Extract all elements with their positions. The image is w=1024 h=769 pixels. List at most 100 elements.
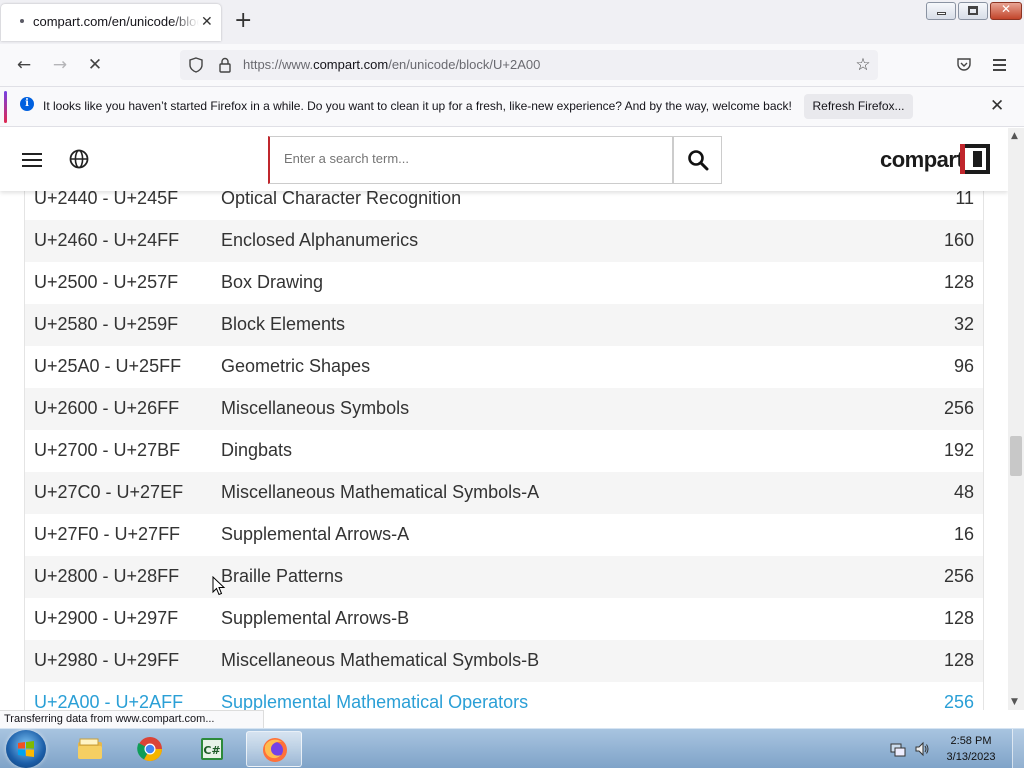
block-range: U+2460 - U+24FF <box>34 230 180 250</box>
compart-logo-mark-icon <box>960 144 990 174</box>
block-name[interactable]: Miscellaneous Mathematical Symbols-B <box>221 650 539 671</box>
block-name[interactable]: Miscellaneous Symbols <box>221 398 409 419</box>
block-name[interactable]: Box Drawing <box>221 272 323 293</box>
info-icon: i <box>20 97 34 111</box>
block-name[interactable]: Optical Character Recognition <box>221 188 461 209</box>
loading-dot-icon <box>20 19 24 23</box>
tracking-protection-icon[interactable] <box>188 57 204 73</box>
csharp-icon: C# <box>201 738 223 760</box>
browser-navbar: ← → ✕ https://www.compart.com/en/unicode… <box>0 44 1024 86</box>
close-icon: ✕ <box>1000 2 1012 16</box>
refresh-firefox-button[interactable]: Refresh Firefox... <box>804 94 913 119</box>
new-tab-icon[interactable]: + <box>234 10 252 32</box>
close-window-button[interactable]: ✕ <box>990 2 1022 20</box>
lock-icon[interactable] <box>218 57 232 73</box>
block-range: U+2580 - U+259F <box>34 314 179 334</box>
restore-icon <box>968 6 978 15</box>
stop-loading-icon[interactable]: ✕ <box>84 54 106 76</box>
block-range: U+25A0 - U+25FF <box>34 356 182 376</box>
compart-logo[interactable]: compart <box>880 144 992 178</box>
block-range: U+27C0 - U+27EF <box>34 482 184 502</box>
url-text[interactable]: https://www.compart.com/en/unicode/block… <box>243 57 540 72</box>
block-count: 32 <box>953 314 974 334</box>
app-menu-icon[interactable] <box>993 59 1006 71</box>
minimize-button[interactable] <box>926 2 956 20</box>
chrome-icon <box>137 737 162 762</box>
table-row[interactable]: U+2580 - U+259F Block Elements 32 <box>25 304 983 346</box>
table-row[interactable]: U+27C0 - U+27EF Miscellaneous Mathematica… <box>25 472 983 514</box>
block-count: 256 <box>943 566 974 586</box>
search-icon <box>688 150 709 171</box>
table-row[interactable]: U+2980 - U+29FF Miscellaneous Mathematica… <box>25 640 983 682</box>
block-range: U+27F0 - U+27FF <box>34 524 181 544</box>
windows-taskbar: C# 2:58 PM 3/13/2023 <box>0 728 1024 769</box>
back-icon[interactable]: ← <box>13 54 35 76</box>
show-desktop-button[interactable] <box>1012 729 1024 769</box>
globe-icon[interactable] <box>69 149 89 169</box>
block-range: U+2A00 - U+2AFF <box>34 692 184 710</box>
block-range: U+2700 - U+27BF <box>34 440 181 460</box>
block-name[interactable]: Supplemental Mathematical Operators <box>221 692 528 710</box>
volume-icon[interactable] <box>914 741 930 757</box>
table-row[interactable]: U+2600 - U+26FF Miscellaneous Symbols 256 <box>25 388 983 430</box>
scrollbar-thumb[interactable] <box>1010 436 1022 476</box>
block-range: U+2600 - U+26FF <box>34 398 180 418</box>
address-bar[interactable]: https://www.compart.com/en/unicode/block… <box>180 50 878 80</box>
block-count: 192 <box>943 440 974 460</box>
block-name[interactable]: Enclosed Alphanumerics <box>221 230 418 251</box>
table-row[interactable]: U+2700 - U+27BF Dingbats 192 <box>25 430 983 472</box>
table-row[interactable]: U+2900 - U+297F Supplemental Arrows-B 128 <box>25 598 983 640</box>
block-count: 256 <box>943 398 974 418</box>
block-count: 96 <box>953 356 974 376</box>
block-name[interactable]: Braille Patterns <box>221 566 343 587</box>
table-row[interactable]: U+27F0 - U+27FF Supplemental Arrows-A 16 <box>25 514 983 556</box>
notification-bar: i It looks like you haven’t started Fire… <box>0 86 1024 127</box>
block-name[interactable]: Supplemental Arrows-B <box>221 608 409 629</box>
start-button[interactable] <box>6 730 46 768</box>
scroll-up-icon[interactable]: ▲ <box>1011 131 1018 141</box>
block-name[interactable]: Geometric Shapes <box>221 356 370 377</box>
taskbar-file-explorer[interactable] <box>62 731 118 767</box>
notification-text: It looks like you haven’t started Firefo… <box>43 99 792 113</box>
pocket-icon[interactable] <box>956 56 972 72</box>
block-name[interactable]: Dingbats <box>221 440 292 461</box>
block-count: 160 <box>943 230 974 250</box>
search-field[interactable] <box>268 136 673 184</box>
close-notification-icon[interactable]: ✕ <box>990 96 1004 116</box>
search-input[interactable] <box>284 151 644 166</box>
forward-icon[interactable]: → <box>49 54 71 76</box>
table-row[interactable]: U+2800 - U+28FF Braille Patterns 256 <box>25 556 983 598</box>
restore-button[interactable] <box>958 2 988 20</box>
status-text: Transferring data from www.compart.com..… <box>0 710 264 728</box>
search-button[interactable] <box>673 136 722 184</box>
table-row[interactable]: U+2460 - U+24FF Enclosed Alphanumerics 160 <box>25 220 983 262</box>
window-controls: ✕ <box>926 2 1022 20</box>
block-range: U+2800 - U+28FF <box>34 566 180 586</box>
block-count: 128 <box>943 650 974 670</box>
block-count: 48 <box>953 482 974 502</box>
taskbar-firefox[interactable] <box>246 731 302 767</box>
taskbar-chrome[interactable] <box>122 731 178 767</box>
browser-tab[interactable]: compart.com/en/unicode/block/U+2A00 ✕ <box>1 4 221 41</box>
network-icon[interactable] <box>890 741 906 757</box>
taskbar-csharp[interactable]: C# <box>184 731 240 767</box>
mouse-cursor-icon <box>212 576 226 596</box>
block-count: 11 <box>955 188 974 208</box>
block-count: 256 <box>943 692 974 710</box>
block-name[interactable]: Supplemental Arrows-A <box>221 524 409 545</box>
close-tab-icon[interactable]: ✕ <box>201 14 213 30</box>
bookmark-star-icon[interactable]: ☆ <box>852 54 874 76</box>
scroll-down-icon[interactable]: ▼ <box>1011 697 1018 707</box>
table-row[interactable]: U+25A0 - U+25FF Geometric Shapes 96 <box>25 346 983 388</box>
block-name[interactable]: Block Elements <box>221 314 345 335</box>
table-row[interactable]: U+2500 - U+257F Box Drawing 128 <box>25 262 983 304</box>
firefox-icon <box>263 738 287 762</box>
page-viewport: compart U+2440 - U+245F Optical Character… <box>0 128 1008 710</box>
block-name[interactable]: Miscellaneous Mathematical Symbols-A <box>221 482 539 503</box>
page-scrollbar[interactable]: ▲ ▼ <box>1008 128 1024 710</box>
menu-icon[interactable] <box>22 153 42 167</box>
windows-logo-icon <box>18 741 34 757</box>
clock[interactable]: 2:58 PM 3/13/2023 <box>938 733 1004 765</box>
block-range: U+2980 - U+29FF <box>34 650 180 670</box>
table-row[interactable]: U+2A00 - U+2AFF Supplemental Mathematical… <box>25 682 983 710</box>
